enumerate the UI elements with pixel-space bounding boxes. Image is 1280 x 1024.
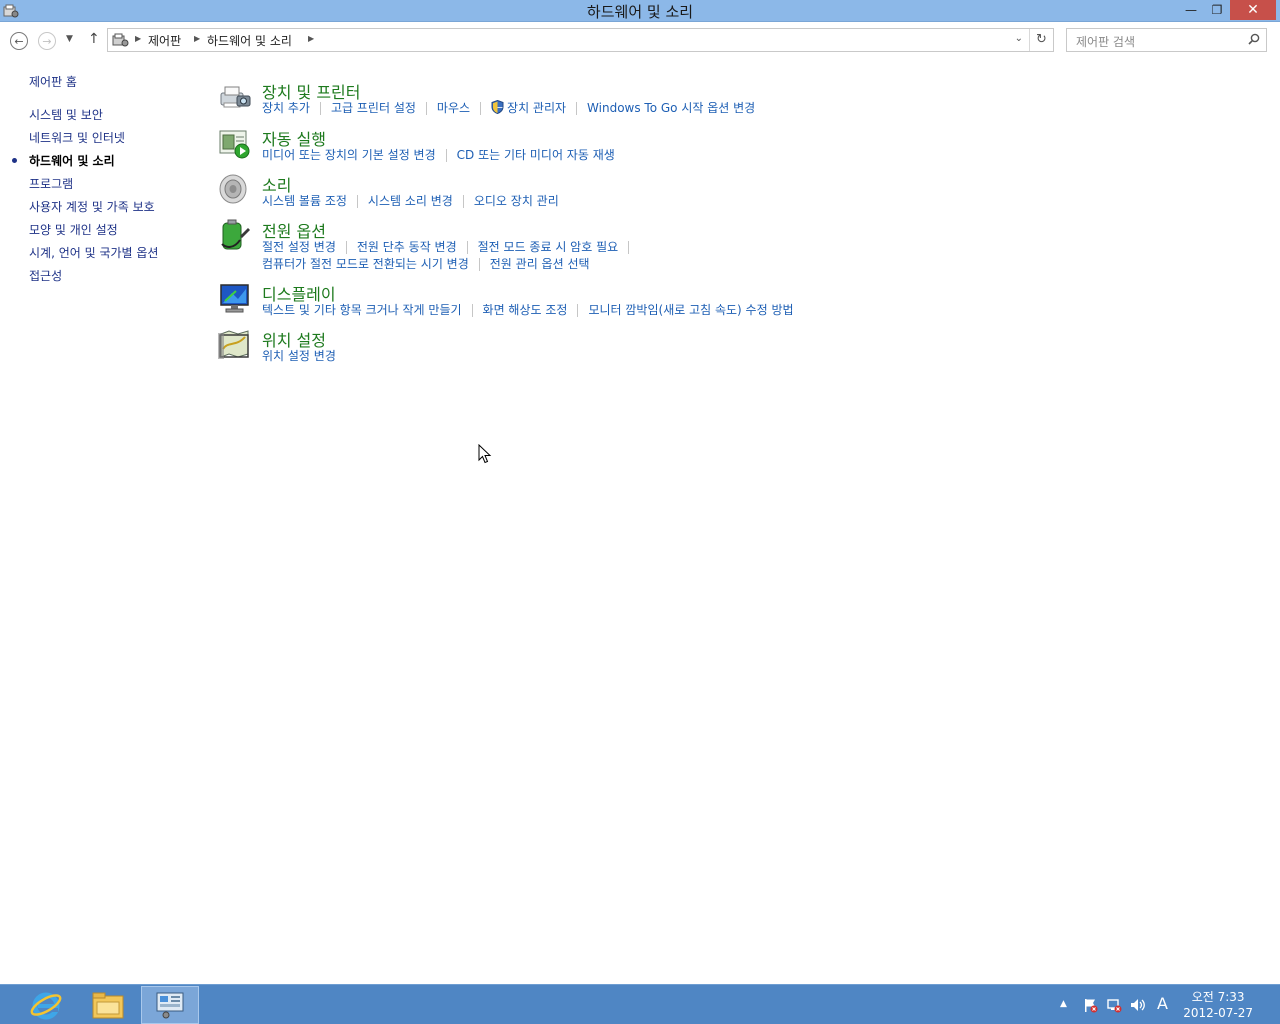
internet-explorer-icon [30,992,62,1020]
recent-locations-button[interactable]: ▼ [66,34,73,44]
windows-to-go-link[interactable]: Windows To Go 시작 옵션 변경 [587,99,755,116]
breadcrumb-control-panel[interactable]: 제어판 [148,32,181,49]
monitor-flicker-link[interactable]: 모니터 깜박임(새로 고침 속도) 수정 방법 [588,301,793,318]
autoplay-icon[interactable] [218,126,252,160]
advanced-printer-setup-link[interactable]: 고급 프린터 설정 [331,99,416,116]
sidebar-item-hardware-sound[interactable]: 하드웨어 및 소리 [29,152,115,169]
clock-time: 오전 7:33 [1191,990,1245,1004]
link-divider [319,102,321,115]
autoplay-links: 미디어 또는 장치의 기본 설정 변경 CD 또는 기타 미디어 자동 재생 [262,146,615,163]
control-panel-icon [112,33,129,47]
change-location-settings-link[interactable]: 위치 설정 변경 [262,347,336,364]
devices-printers-links: 장치 추가 고급 프린터 설정 마우스 장치 관리자 Windows To Go 시작 … [262,99,755,116]
cd-autoplay-link[interactable]: CD 또는 기타 미디어 자동 재생 [457,146,615,163]
power-button-action-link[interactable]: 전원 단추 동작 변경 [357,238,457,255]
link-divider [478,258,480,271]
power-options-links-row2: 컴퓨터가 절전 모드로 전환되는 시기 변경 전원 관리 옵션 선택 [262,255,590,272]
network-disconnected-icon[interactable] [1106,997,1122,1013]
taskbar-clock[interactable]: 오전 7:33 2012-07-27 [1183,989,1253,1021]
input-method-indicator[interactable]: A [1157,994,1168,1013]
address-dropdown-icon[interactable]: ⌄ [1015,33,1023,44]
search-placeholder: 제어판 검색 [1076,35,1136,49]
device-manager-link[interactable]: 장치 관리자 [507,99,566,116]
sidebar-home-link[interactable]: 제어판 홈 [29,73,77,90]
search-box[interactable]: 제어판 검색 [1066,28,1267,52]
navigation-bar: ← → ▼ ↑ ▶ 제어판 ▶ 하드웨어 및 소리 ▶ ⌄ ↻ 제어판 검색 [0,23,1280,58]
mouse-link[interactable]: 마우스 [437,99,470,116]
link-divider [577,304,579,317]
back-arrow-icon: ← [14,34,24,48]
screen-resolution-link[interactable]: 화면 해상도 조정 [483,301,568,318]
up-button[interactable]: ↑ [88,31,100,47]
link-divider [576,102,578,115]
text-size-link[interactable]: 텍스트 및 기타 항목 크거나 작게 만들기 [262,301,462,318]
mouse-pointer-icon [478,444,492,464]
search-icon[interactable] [1248,33,1260,45]
link-divider [345,241,347,254]
power-options-links: 절전 설정 변경 전원 단추 동작 변경 절전 모드 종료 시 암호 필요 [262,238,639,255]
sidebar-item-appearance[interactable]: 모양 및 개인 설정 [29,221,118,238]
close-button[interactable]: ✕ [1230,0,1276,20]
link-divider [445,149,447,162]
taskbar: ▲ A 오전 7:33 2012-07-27 [0,984,1280,1024]
manage-audio-devices-link[interactable]: 오디오 장치 관리 [474,192,559,209]
taskbar-control-panel[interactable] [141,986,199,1024]
uac-shield-icon [491,100,504,114]
sidebar-item-system-security[interactable]: 시스템 및 보안 [29,106,103,123]
control-panel-icon [156,992,184,1019]
choose-power-plan-link[interactable]: 전원 관리 옵션 선택 [490,255,590,272]
forward-button[interactable]: → [38,32,56,50]
address-bar[interactable]: ▶ 제어판 ▶ 하드웨어 및 소리 ▶ ⌄ ↻ [107,28,1054,52]
link-divider [356,195,358,208]
back-button[interactable]: ← [10,32,28,50]
clock-date: 2012-07-27 [1183,1006,1253,1020]
taskbar-internet-explorer[interactable] [17,986,75,1024]
sidebar-item-programs[interactable]: 프로그램 [29,175,73,192]
breadcrumb-separator-icon[interactable]: ▶ [135,34,141,43]
breadcrumb-separator-icon[interactable]: ▶ [308,34,314,43]
change-system-sounds-link[interactable]: 시스템 소리 변경 [368,192,453,209]
breadcrumb-hardware-sound[interactable]: 하드웨어 및 소리 [207,32,292,49]
forward-arrow-icon: → [42,34,52,48]
breadcrumb-separator-icon[interactable]: ▶ [194,34,200,43]
speaker-icon[interactable] [218,172,252,206]
chevron-down-icon: ▼ [66,34,73,44]
action-center-flag-icon[interactable] [1082,997,1098,1013]
sidebar-item-clock-language[interactable]: 시계, 언어 및 국가별 옵션 [29,244,158,261]
require-password-wake-link[interactable]: 절전 모드 종료 시 암호 필요 [478,238,619,255]
printer-camera-icon[interactable] [218,79,252,113]
media-defaults-link[interactable]: 미디어 또는 장치의 기본 설정 변경 [262,146,436,163]
file-explorer-icon [92,992,124,1019]
add-device-link[interactable]: 장치 추가 [262,99,310,116]
up-arrow-icon: ↑ [88,31,100,47]
volume-icon[interactable] [1129,997,1147,1013]
sound-links: 시스템 볼륨 조정 시스템 소리 변경 오디오 장치 관리 [262,192,559,209]
link-divider [471,304,473,317]
sidebar-item-user-accounts[interactable]: 사용자 계정 및 가족 보호 [29,198,155,215]
sidebar-item-network-internet[interactable]: 네트워크 및 인터넷 [29,129,125,146]
battery-plug-icon[interactable] [218,218,252,252]
link-divider [466,241,468,254]
window-title: 하드웨어 및 소리 [586,3,694,21]
display-links: 텍스트 및 기타 항목 크거나 작게 만들기 화면 해상도 조정 모니터 깜박임(새… [262,301,794,318]
link-divider [480,102,482,115]
change-sleep-settings-link[interactable]: 절전 설정 변경 [262,238,336,255]
link-divider [425,102,427,115]
location-settings-links: 위치 설정 변경 [262,347,336,364]
show-hidden-icons-button[interactable]: ▲ [1060,999,1067,1009]
sleep-timing-link[interactable]: 컴퓨터가 절전 모드로 전환되는 시기 변경 [262,255,469,272]
title-bar: 하드웨어 및 소리 — ❐ ✕ [0,0,1280,22]
monitor-icon[interactable] [218,281,252,315]
adjust-volume-link[interactable]: 시스템 볼륨 조정 [262,192,347,209]
minimize-button[interactable]: — [1178,0,1204,20]
sidebar-item-ease-of-access[interactable]: 접근성 [29,267,62,284]
link-divider [628,241,630,254]
current-page-bullet-icon [12,158,17,163]
refresh-button[interactable]: ↻ [1029,29,1053,51]
taskbar-file-explorer[interactable] [79,986,137,1024]
maximize-button[interactable]: ❐ [1204,0,1230,20]
location-map-icon[interactable] [218,327,252,361]
link-divider [462,195,464,208]
